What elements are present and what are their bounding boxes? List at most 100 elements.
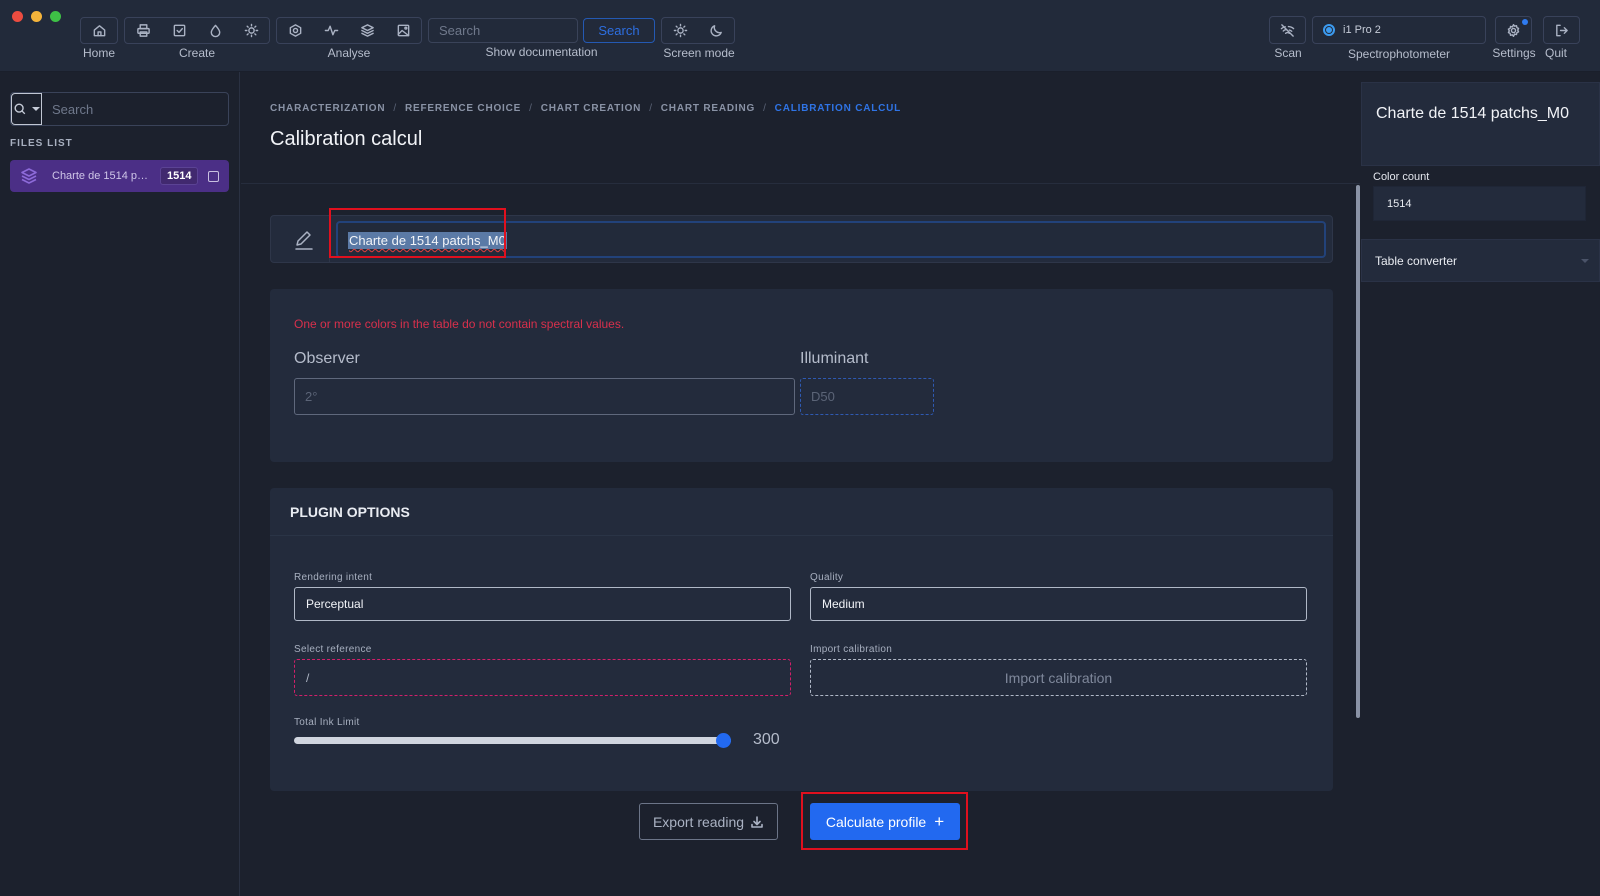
layers-button[interactable] — [355, 19, 379, 43]
files-search-input[interactable] — [42, 93, 228, 125]
total-ink-limit-slider[interactable] — [294, 733, 731, 748]
droplet-icon — [210, 24, 220, 38]
search-filter-dropdown[interactable] — [11, 93, 42, 125]
select-reference-label: Select reference — [294, 644, 372, 655]
page-header: CHARACTERIZATION / REFERENCE CHOICE / CH… — [241, 72, 1360, 184]
observer-value: 2° — [305, 389, 318, 404]
file-name: Charte de 1514 patchs_M0 — [52, 170, 154, 182]
print-chart-button[interactable] — [131, 19, 155, 43]
device-connected-icon — [1323, 24, 1335, 36]
breadcrumb-chart-reading[interactable]: CHART READING — [661, 103, 755, 114]
home-button[interactable] — [87, 19, 111, 43]
quality-value: Medium — [822, 597, 865, 611]
quality-select[interactable]: Medium — [810, 587, 1307, 621]
curve-button[interactable] — [319, 19, 343, 43]
files-list-heading: FILES LIST — [10, 138, 73, 149]
light-button[interactable] — [239, 19, 263, 43]
screen-mode-label: Screen mode — [663, 46, 735, 60]
page-title: Calibration calcul — [270, 128, 423, 150]
chevron-down-icon — [1581, 259, 1589, 263]
scan-label: Scan — [1274, 46, 1302, 60]
spectral-error-message: One or more colors in the table do not c… — [294, 317, 625, 331]
breadcrumb-separator: / — [763, 103, 767, 114]
home-icon — [93, 25, 105, 37]
minimize-window-button[interactable] — [31, 11, 42, 22]
select-reference-value: / — [306, 670, 310, 685]
sun-icon — [244, 23, 258, 38]
show-documentation-label: Show documentation — [485, 45, 598, 59]
observer-label: Observer — [294, 350, 360, 367]
chevron-down-icon — [32, 107, 40, 111]
calculate-profile-button[interactable]: Calculate profile + — [810, 803, 960, 840]
quality-label: Quality — [810, 572, 844, 583]
analyse-label: Analyse — [327, 46, 371, 60]
file-color-count-badge: 1514 — [160, 167, 199, 185]
color-count-value: 1514 — [1387, 197, 1412, 210]
rendering-intent-label: Rendering intent — [294, 572, 373, 583]
rendering-intent-select[interactable]: Perceptual — [294, 587, 791, 621]
rendering-intent-value: Perceptual — [306, 597, 364, 611]
quit-button[interactable] — [1543, 16, 1580, 44]
illuminant-label: Illuminant — [800, 350, 869, 367]
create-label: Create — [178, 46, 216, 60]
slider-thumb[interactable] — [716, 733, 731, 748]
maximize-window-button[interactable] — [50, 11, 61, 22]
pencil-icon[interactable] — [293, 228, 315, 252]
table-converter-accordion[interactable]: Table converter — [1361, 239, 1600, 282]
create-group — [124, 17, 270, 44]
window-controls — [12, 11, 61, 22]
home-label: Home — [82, 46, 115, 60]
top-toolbar: Home Create Analyse Search Sh — [0, 0, 1600, 72]
breadcrumb-separator: / — [529, 103, 533, 114]
breadcrumb-calibration-calcul: CALIBRATION CALCUL — [774, 103, 902, 114]
file-select-checkbox[interactable] — [208, 170, 220, 182]
ink-button[interactable] — [203, 19, 227, 43]
documentation-search-button[interactable]: Search — [583, 18, 655, 43]
documentation-search-input[interactable] — [428, 18, 578, 43]
table-converter-label: Table converter — [1375, 253, 1458, 268]
gamut-button[interactable] — [283, 19, 307, 43]
layers-icon — [360, 24, 374, 37]
image-button[interactable] — [391, 19, 415, 43]
search-icon — [14, 103, 26, 115]
settings-button[interactable] — [1495, 16, 1532, 44]
spectrophotometer-device: i1 Pro 2 — [1343, 24, 1381, 36]
divider — [329, 216, 330, 262]
export-reading-button[interactable]: Export reading — [639, 803, 778, 840]
spectral-settings-card: One or more colors in the table do not c… — [270, 289, 1333, 462]
export-reading-label: Export reading — [652, 813, 745, 830]
breadcrumb-characterization[interactable]: CHARACTERIZATION — [270, 103, 385, 114]
light-mode-button[interactable] — [668, 19, 692, 43]
color-count-field: 1514 — [1373, 186, 1586, 221]
details-title: Charte de 1514 patchs_M0 — [1361, 82, 1600, 166]
spectrophotometer-select[interactable]: i1 Pro 2 — [1312, 16, 1486, 44]
observer-select[interactable]: 2° — [294, 378, 795, 415]
illuminant-value: D50 — [811, 389, 835, 404]
chart-name-card: Charte de 1514 patchs_M0 — [270, 215, 1333, 263]
file-list-item[interactable]: Charte de 1514 patchs_M0 1514 — [10, 160, 229, 192]
image-icon — [397, 24, 409, 37]
main-content: CHARACTERIZATION / REFERENCE CHOICE / CH… — [241, 72, 1361, 896]
checklist-button[interactable] — [167, 19, 191, 43]
home-group — [80, 17, 118, 44]
close-window-button[interactable] — [12, 11, 23, 22]
illuminant-select[interactable]: D50 — [800, 378, 934, 415]
total-ink-limit-value: 300 — [753, 731, 780, 748]
download-icon — [751, 815, 763, 828]
dark-mode-button[interactable] — [704, 19, 728, 43]
breadcrumb-reference-choice[interactable]: REFERENCE CHOICE — [405, 103, 521, 114]
main-scrollbar[interactable] — [1356, 185, 1360, 718]
analyse-group — [276, 17, 422, 44]
breadcrumb-chart-creation[interactable]: CHART CREATION — [541, 103, 641, 114]
plugin-options-title: PLUGIN OPTIONS — [270, 488, 1333, 536]
chart-name-input[interactable]: Charte de 1514 patchs_M0 — [336, 221, 1326, 258]
settings-label: Settings — [1492, 46, 1536, 60]
spectrophotometer-label: Spectrophotometer — [1347, 47, 1451, 61]
import-calibration-button[interactable]: Import calibration — [810, 659, 1307, 696]
details-panel: Charte de 1514 patchs_M0 Color count 151… — [1361, 72, 1600, 896]
select-reference-input[interactable]: / — [294, 659, 791, 696]
color-count-label: Color count — [1373, 171, 1430, 183]
total-ink-limit-label: Total Ink Limit — [294, 717, 360, 728]
checkbox-icon — [173, 24, 185, 37]
scan-button[interactable] — [1269, 16, 1306, 44]
